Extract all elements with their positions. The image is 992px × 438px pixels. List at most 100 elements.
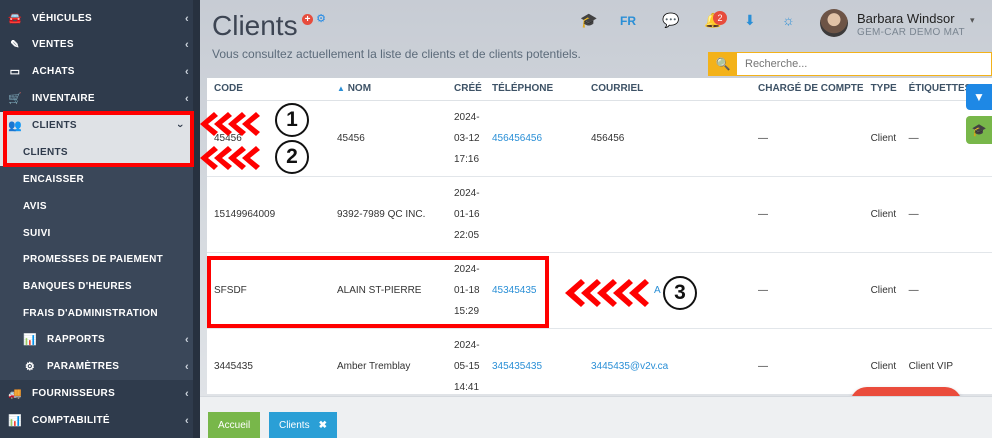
cell-code: 3445435 — [207, 328, 330, 394]
sidebar-item-achats[interactable]: ▭ ACHATS ‹ — [0, 58, 200, 85]
col-courriel[interactable]: COURRIEL — [584, 78, 751, 101]
sidebar: 🚘 VÉHICULES ‹ ✎ VENTES ‹ ▭ ACHATS ‹ 🛒 IN… — [0, 0, 200, 438]
cell-etiquettes: — — [901, 176, 992, 253]
col-code[interactable]: CODE — [207, 78, 330, 101]
cell-telephone[interactable] — [485, 176, 584, 253]
tab-label: Accueil — [218, 420, 251, 431]
sidebar-subitem-avis[interactable]: AVIS — [0, 193, 200, 220]
col-cree[interactable]: CRÉÉ — [447, 78, 485, 101]
page-title: Clients — [212, 10, 298, 41]
cell-charge: — — [751, 100, 864, 177]
sidebar-item-fournisseurs[interactable]: 🚚 FOURNISSEURS ‹ — [0, 380, 200, 407]
col-nom-label: NOM — [347, 83, 372, 95]
chevron-left-icon: ‹ — [185, 65, 189, 78]
sidebar-subitem-encaisser[interactable]: ENCAISSER — [0, 166, 200, 193]
clients-table: CODE ▲ NOM CRÉÉ TÉLÉPHONE COURRIEL CHARG… — [207, 78, 992, 394]
annotation-marker-3: 3 — [663, 276, 697, 310]
tab-accueil[interactable]: Accueil — [208, 412, 261, 438]
sidebar-subitem-rapports[interactable]: 📊 RAPPORTS ‹ — [0, 326, 200, 353]
sidebar-scrollbar[interactable] — [193, 0, 200, 438]
sidebar-item-label: FRAIS D'ADMINISTRATION — [23, 308, 158, 319]
sidebar-item-label: PARAMÈTRES — [47, 361, 120, 372]
sidebar-subitem-promesses[interactable]: PROMESSES DE PAIEMENT — [0, 246, 200, 273]
title-actions: + ⚙ — [302, 12, 326, 25]
sidebar-item-ventes[interactable]: ✎ VENTES ‹ — [0, 31, 200, 58]
sidebar-item-label: SUIVI — [23, 228, 51, 239]
notification-badge: 2 — [713, 11, 727, 25]
annotation-arrows-1-2 — [200, 112, 260, 170]
graduation-cap-icon[interactable]: 🎓 — [580, 12, 597, 29]
user-org: GEM-CAR DEMO MAT — [857, 27, 965, 38]
add-client-icon[interactable]: + — [302, 14, 313, 25]
tab-clients[interactable]: Clients ✖ — [269, 412, 337, 438]
search-icon[interactable]: 🔍 — [709, 53, 737, 75]
sidebar-item-label: RAPPORTS — [47, 334, 105, 345]
search-input[interactable] — [737, 53, 991, 75]
tab-label: Clients — [279, 420, 310, 431]
search-bar: 🔍 — [708, 52, 992, 76]
cell-courriel — [584, 176, 751, 253]
col-type[interactable]: TYPE — [863, 78, 902, 101]
download-icon[interactable]: ⬇ — [744, 12, 756, 29]
chevron-left-icon: ‹ — [185, 360, 189, 373]
chevron-left-icon: ‹ — [185, 414, 189, 427]
avatar[interactable] — [820, 9, 848, 37]
cart-icon: 🛒 — [8, 93, 22, 105]
language-switch[interactable]: FR — [620, 14, 636, 28]
sidebar-subitem-suivi[interactable]: SUIVI — [0, 220, 200, 247]
cell-etiquettes: Client VIP — [901, 328, 992, 394]
sidebar-item-label: AVIS — [23, 201, 47, 212]
chevron-left-icon: ‹ — [185, 92, 189, 105]
credit-card-icon: ▭ — [9, 66, 21, 78]
page-subtitle: Vous consultez actuellement la liste de … — [212, 47, 581, 61]
gear-icon: ⚙ — [24, 361, 36, 373]
cell-charge: — — [751, 176, 864, 253]
cell-type: Client — [863, 100, 902, 177]
close-icon[interactable]: ✖ — [319, 420, 327, 431]
cell-type: Client — [863, 176, 902, 253]
col-nom[interactable]: ▲ NOM — [330, 78, 447, 101]
sidebar-item-label: BANQUES D'HEURES — [23, 281, 132, 292]
annotation-arrows-3 — [565, 279, 649, 307]
user-name[interactable]: Barbara Windsor — [857, 11, 955, 26]
col-telephone[interactable]: TÉLÉPHONE — [485, 78, 584, 101]
car-icon: 🚘 — [8, 13, 22, 25]
chevron-left-icon: ‹ — [185, 12, 189, 25]
cell-courriel[interactable]: 3445435@v2v.ca — [584, 328, 751, 394]
cell-telephone[interactable]: 456456456 — [485, 100, 584, 177]
chevron-left-icon: ‹ — [185, 387, 189, 400]
annotation-box-row — [207, 256, 549, 328]
cell-type: Client — [863, 328, 902, 394]
annotation-marker-1: 1 — [275, 103, 309, 137]
sidebar-item-label: COMPTABILITÉ — [32, 415, 110, 426]
cell-nom: Amber Tremblay — [330, 328, 447, 394]
cell-telephone[interactable]: 345435435 — [485, 328, 584, 394]
cell-cree: 2024- 05-15 14:41 — [447, 328, 485, 394]
sun-icon[interactable]: ☼ — [782, 12, 795, 28]
chevron-down-icon[interactable]: ▾ — [970, 15, 975, 26]
sidebar-subitem-frais[interactable]: FRAIS D'ADMINISTRATION — [0, 300, 200, 327]
filter-icon[interactable]: ▼ — [966, 84, 992, 110]
sidebar-item-label: VÉHICULES — [32, 13, 92, 24]
col-charge[interactable]: CHARGÉ DE COMPTE — [751, 78, 864, 101]
table-row[interactable]: 45456 45456 2024- 03-12 17:16 456456456 45… — [207, 100, 992, 177]
sidebar-subitem-banques[interactable]: BANQUES D'HEURES — [0, 273, 200, 300]
sidebar-item-label: VENTES — [32, 39, 74, 50]
sidebar-subitem-parametres[interactable]: ⚙ PARAMÈTRES ‹ — [0, 353, 200, 380]
bar-chart-icon: 📊 — [23, 334, 37, 346]
chevron-left-icon: ‹ — [185, 333, 189, 346]
bar-chart-icon: 📊 — [8, 415, 22, 427]
sidebar-item-vehicules[interactable]: 🚘 VÉHICULES ‹ — [0, 5, 200, 32]
gear-icon[interactable]: ⚙ — [316, 13, 326, 25]
sidebar-item-label: ACHATS — [32, 66, 75, 77]
bottom-tab-bar: Accueil Clients ✖ — [200, 396, 992, 438]
chat-icon[interactable]: 💬 — [662, 12, 679, 29]
table-row[interactable]: 15149964009 9392-7989 QC INC. 2024- 01-16… — [207, 176, 992, 253]
cell-etiquettes: — — [901, 252, 992, 329]
table-row[interactable]: 3445435 Amber Tremblay 2024- 05-15 14:41 3… — [207, 328, 992, 394]
cell-cree: 2024- 03-12 17:16 — [447, 100, 485, 177]
sidebar-item-comptabilite[interactable]: 📊 COMPTABILITÉ ‹ — [0, 407, 200, 434]
sidebar-item-inventaire[interactable]: 🛒 INVENTAIRE ‹ — [0, 85, 200, 112]
cell-nom: 45456 — [330, 100, 447, 177]
graduation-cap-icon[interactable]: 🎓 — [966, 116, 992, 144]
